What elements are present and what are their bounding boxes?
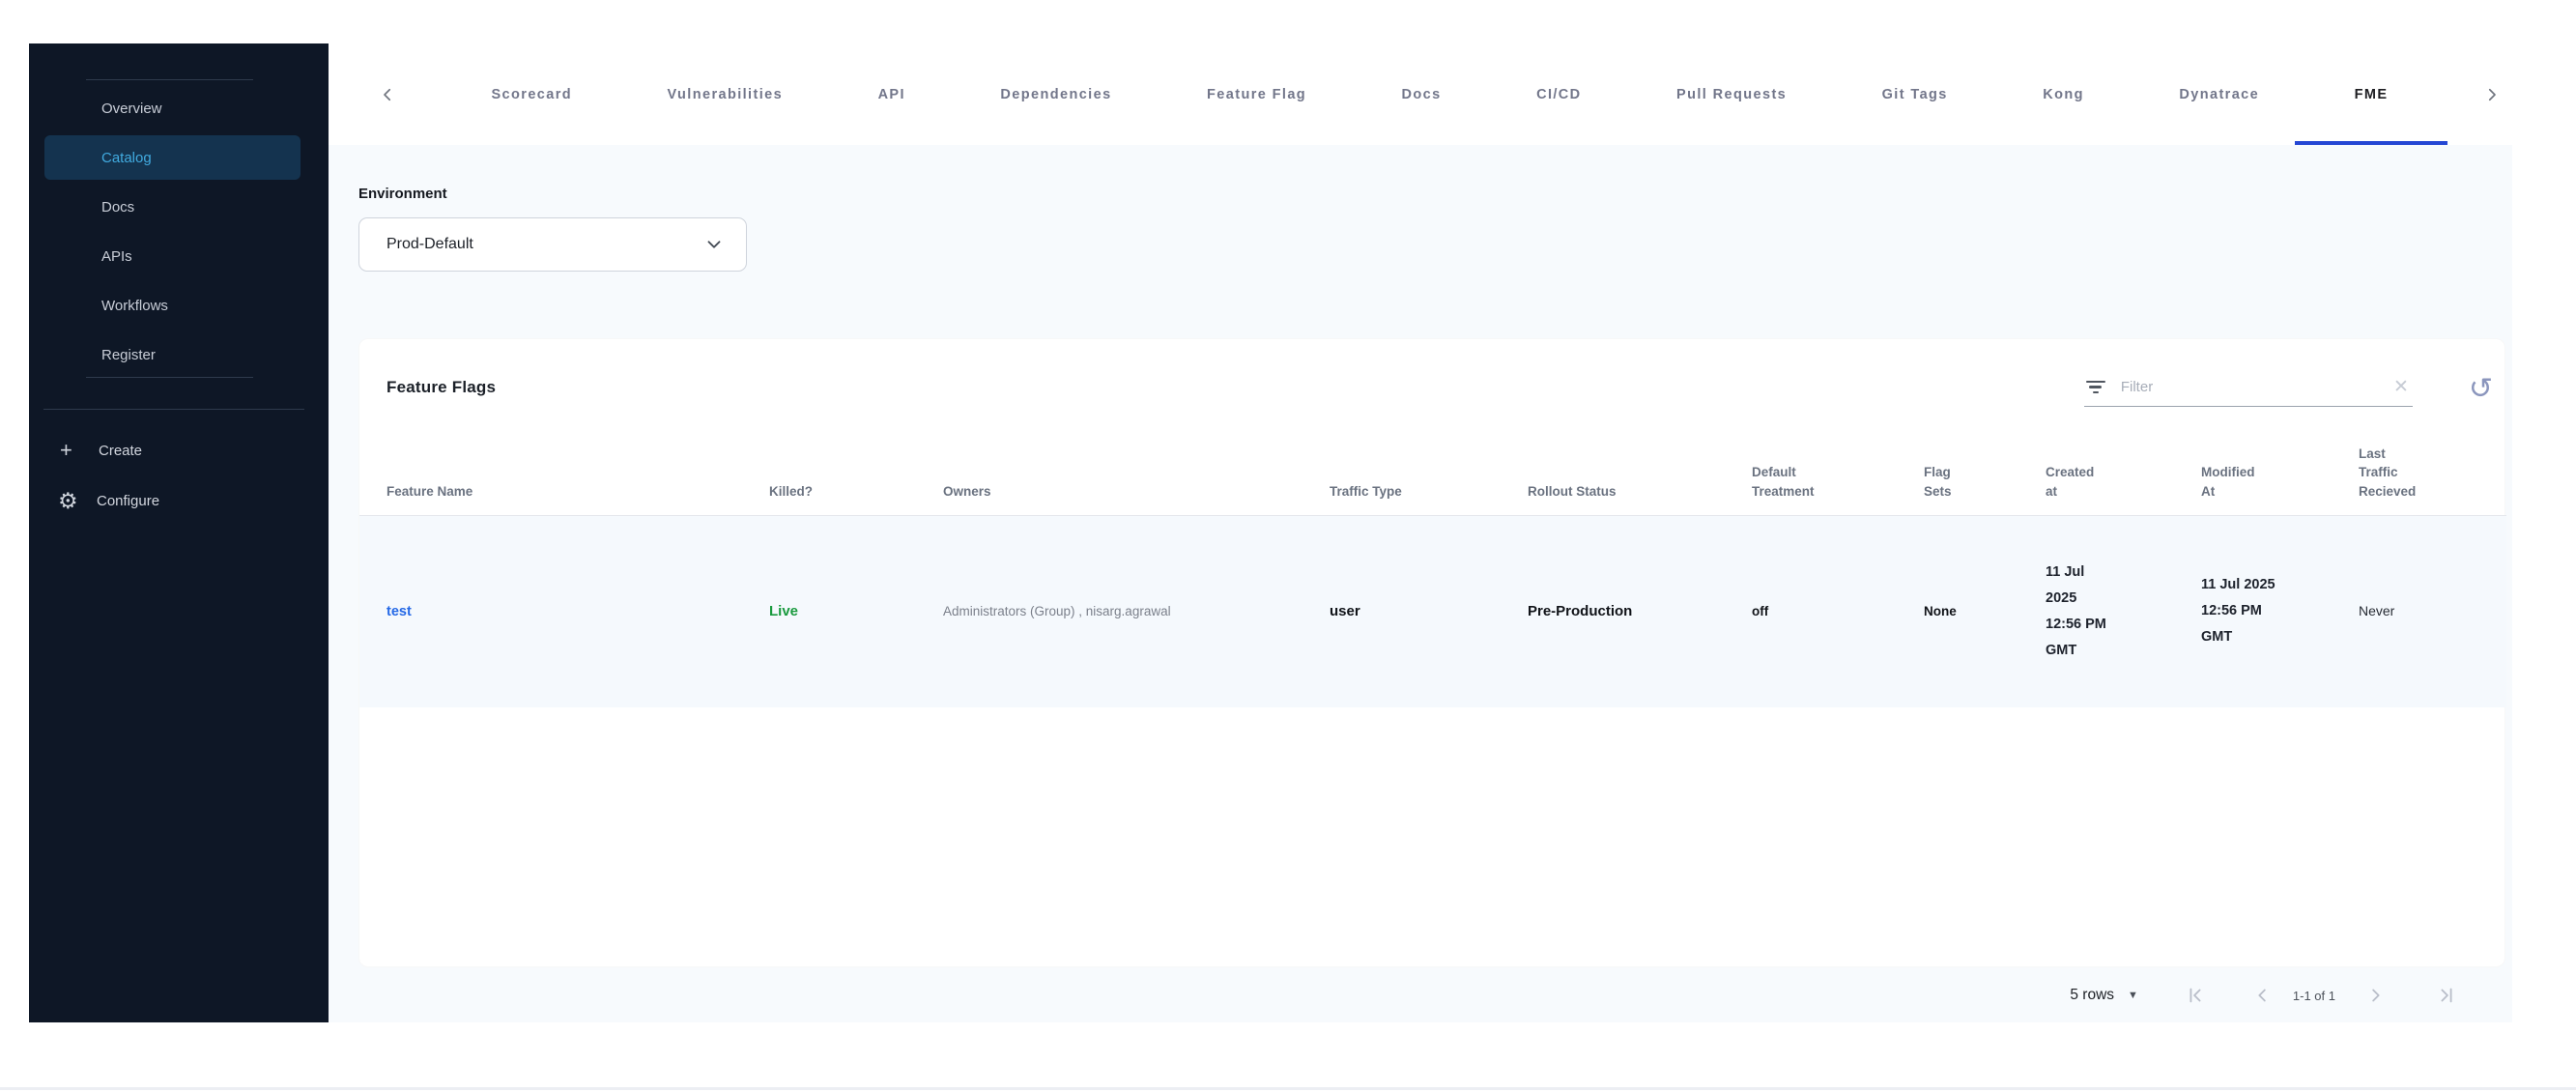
chevron-right-icon	[2488, 88, 2496, 101]
last-page-button[interactable]	[2436, 985, 2457, 1006]
default-treatment-value: off	[1752, 603, 1769, 618]
column-header-feature-name: Feature Name	[386, 483, 473, 499]
traffic-type-value: user	[1330, 602, 1360, 619]
tab-dynatrace[interactable]: Dynatrace	[2179, 43, 2259, 145]
tab-fme[interactable]: FME	[2355, 43, 2389, 145]
killed-status: Live	[769, 602, 799, 619]
filter-input[interactable]	[2120, 379, 2390, 395]
tabs-scroll-left-button[interactable]	[379, 86, 396, 103]
page-range-label: 1-1 of 1	[2292, 988, 2335, 1003]
plus-icon: +	[60, 438, 72, 462]
previous-page-button[interactable]	[2252, 985, 2274, 1006]
sidebar: Overview Catalog Docs APIs Workflows Reg…	[29, 43, 329, 1022]
sidebar-item-workflows[interactable]: Workflows	[44, 283, 301, 328]
rows-per-page-select[interactable]: 5 rows ▼	[2070, 987, 2138, 1004]
sidebar-nav: Overview Catalog Docs APIs Workflows Reg…	[29, 86, 329, 377]
sidebar-divider	[86, 377, 253, 378]
create-label: Create	[99, 442, 143, 459]
table-header-row: Feature Name Killed? Owners Traffic Type…	[359, 407, 2506, 515]
caret-down-icon: ▼	[2128, 990, 2138, 1001]
chevron-left-icon	[2258, 989, 2266, 1002]
configure-button[interactable]: ⚙ Configure	[58, 488, 329, 513]
column-header-owners: Owners	[943, 483, 991, 499]
chevron-left-icon	[384, 88, 391, 101]
column-header-last-traffic-recieved: Last Traffic Recieved	[2359, 445, 2417, 499]
feature-flags-card: Feature Flags ✕ ↺	[358, 338, 2506, 967]
sidebar-item-docs[interactable]: Docs	[44, 185, 301, 229]
window-bottom-edge	[0, 1087, 2576, 1090]
column-header-killed: Killed?	[769, 483, 814, 499]
flag-sets-value: None	[1924, 603, 1957, 618]
sidebar-item-apis[interactable]: APIs	[44, 234, 301, 278]
tab-api[interactable]: API	[878, 43, 905, 145]
column-header-flag-sets: Flag Sets	[1924, 465, 1952, 499]
feature-name-link[interactable]: test	[386, 604, 412, 619]
sidebar-item-label: Overview	[101, 100, 162, 117]
filter-group: ✕ ↺	[2083, 375, 2493, 407]
sidebar-divider	[43, 409, 304, 410]
chevron-down-icon	[707, 241, 721, 248]
created-at-value: 11 Jul 2025 12:56 PM GMT	[2046, 563, 2106, 658]
sidebar-item-catalog[interactable]: Catalog	[44, 135, 301, 180]
tab-docs[interactable]: Docs	[1402, 43, 1442, 145]
app-window: Overview Catalog Docs APIs Workflows Reg…	[0, 0, 2576, 1092]
sidebar-item-label: Register	[101, 346, 156, 363]
sidebar-item-register[interactable]: Register	[44, 332, 301, 377]
tab-dependencies[interactable]: Dependencies	[1000, 43, 1111, 145]
tab-pull-requests[interactable]: Pull Requests	[1676, 43, 1787, 145]
last-traffic-value: Never	[2359, 602, 2395, 618]
clear-filter-icon[interactable]: ✕	[2390, 378, 2413, 396]
configure-label: Configure	[97, 492, 160, 509]
column-header-default-treatment: Default Treatment	[1752, 465, 1815, 499]
next-page-button[interactable]	[2364, 985, 2386, 1006]
main-content: Scorecard Vulnerabilities API Dependenci…	[329, 43, 2576, 1022]
gear-icon: ⚙	[58, 487, 78, 513]
filter-field: ✕	[2083, 378, 2413, 407]
last-page-icon	[2441, 988, 2452, 1003]
tab-cicd[interactable]: CI/CD	[1536, 43, 1581, 145]
tabs-scroll-right-button[interactable]	[2483, 86, 2501, 103]
tab-vulnerabilities[interactable]: Vulnerabilities	[668, 43, 784, 145]
sidebar-divider	[86, 79, 253, 80]
owners-value: Administrators (Group) , nisarg.agrawal	[943, 603, 1171, 618]
sidebar-item-label: Catalog	[101, 149, 152, 166]
sidebar-item-label: Workflows	[101, 297, 168, 314]
tab-feature-flag[interactable]: Feature Flag	[1207, 43, 1306, 145]
card-header: Feature Flags ✕ ↺	[359, 339, 2504, 407]
environment-select[interactable]: Prod-Default	[358, 217, 747, 272]
modified-at-value: 11 Jul 2025 12:56 PM GMT	[2201, 577, 2275, 646]
table-row: test Live Administrators (Group) , nisar…	[359, 515, 2506, 707]
environment-selected-value: Prod-Default	[386, 236, 473, 252]
first-page-icon	[2190, 988, 2201, 1003]
sidebar-item-overview[interactable]: Overview	[44, 86, 301, 130]
column-header-traffic-type: Traffic Type	[1330, 483, 1402, 499]
create-button[interactable]: + Create	[58, 438, 329, 463]
card-title: Feature Flags	[386, 378, 497, 396]
tab-panel-fme: Environment Prod-Default Feature Flags ✕…	[329, 145, 2512, 1022]
rows-per-page-value: 5 rows	[2070, 987, 2115, 1003]
integration-tabbar: Scorecard Vulnerabilities API Dependenci…	[329, 43, 2576, 145]
column-header-modified-at: Modified At	[2201, 465, 2255, 499]
tab-git-tags[interactable]: Git Tags	[1882, 43, 1948, 145]
filter-icon	[2084, 380, 2107, 395]
sidebar-item-label: APIs	[101, 247, 132, 265]
tab-kong[interactable]: Kong	[2043, 43, 2084, 145]
reset-icon[interactable]: ↺	[2469, 375, 2493, 404]
column-header-created-at: Created at	[2046, 465, 2095, 499]
sidebar-item-label: Docs	[101, 198, 135, 216]
environment-label: Environment	[358, 186, 447, 202]
chevron-right-icon	[2372, 989, 2380, 1002]
column-header-rollout-status: Rollout Status	[1528, 483, 1617, 499]
table-pagination: 5 rows ▼ 1-1 of 1	[2070, 974, 2457, 1017]
feature-flags-table: Feature Name Killed? Owners Traffic Type…	[359, 407, 2506, 707]
tab-scorecard[interactable]: Scorecard	[491, 43, 572, 145]
first-page-button[interactable]	[2185, 985, 2206, 1006]
rollout-status-value: Pre-Production	[1528, 602, 1633, 619]
